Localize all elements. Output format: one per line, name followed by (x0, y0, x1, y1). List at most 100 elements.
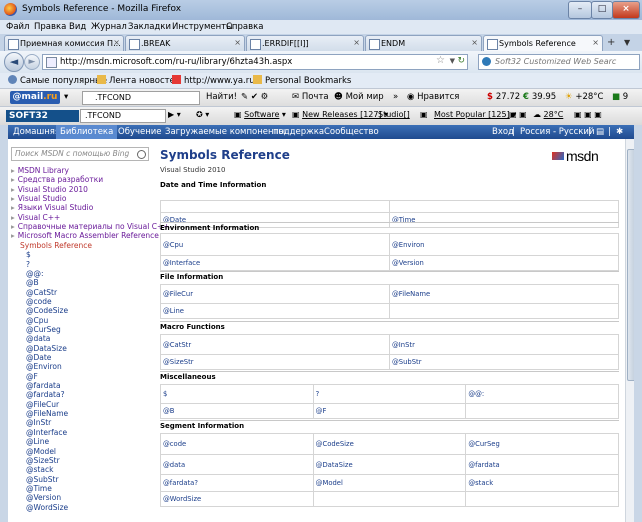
nav-item[interactable]: @Interface (26, 428, 67, 437)
tree-expand-icon[interactable]: ▸ (11, 194, 15, 203)
soft32-software-button[interactable]: ▣ Software ▾ (234, 110, 286, 119)
tab-errdif[interactable]: .ERRDIF[[I]] × (246, 35, 364, 51)
tree-expand-icon[interactable]: ▸ (11, 213, 15, 222)
nav-item[interactable]: @CatStr (26, 288, 57, 297)
nav-item[interactable]: ? (26, 260, 30, 269)
nav-item[interactable]: @stack (26, 465, 53, 474)
nav-item[interactable]: @WordSize (26, 503, 68, 512)
menu-view[interactable]: Вид (69, 22, 86, 32)
nav-item[interactable]: @InStr (26, 418, 51, 427)
nav-item[interactable]: @Environ (26, 362, 62, 371)
bookmark-star-icon[interactable]: ☆ (436, 55, 445, 66)
tab-symbols-reference[interactable]: Symbols Reference × (483, 35, 603, 51)
search-engine-icon[interactable] (482, 57, 491, 66)
tab-admission[interactable]: Приемная комиссия П... × (4, 35, 124, 51)
nav-item[interactable]: @code (26, 297, 52, 306)
symbol-link[interactable]: @F (312, 403, 467, 419)
symbol-link[interactable]: @fardata (465, 454, 619, 475)
menu-edit[interactable]: Правка (34, 22, 66, 32)
url-dropdown-icon[interactable]: ▼ (450, 57, 455, 65)
mailru-menu-icon[interactable]: ▾ (64, 92, 68, 102)
mailru-find-button[interactable]: Найти! (206, 92, 237, 102)
url-bar[interactable]: http://msdn.microsoft.com/ru-ru/library/… (42, 54, 468, 70)
msdn-region-link[interactable]: Россия - Русский (520, 127, 594, 137)
msdn-login-link[interactable]: Вход (492, 127, 514, 137)
nav-item[interactable]: @DataSize (26, 344, 67, 353)
soft32-weather-button[interactable]: ☁ 28°C (533, 110, 563, 119)
nav-item[interactable]: ▸ Visual Studio (11, 194, 66, 203)
soft32-new-releases-button[interactable]: ▣ New Releases [127] ▾ (292, 110, 388, 119)
mailru-mail-button[interactable]: ✉ Почта (292, 92, 329, 102)
msdn-nav-support[interactable]: поддержка (273, 127, 324, 137)
eur-rate[interactable]: € 39.95 (523, 92, 556, 102)
msdn-nav-library[interactable]: Библиотека (56, 125, 118, 139)
symbol-link[interactable]: @Interface (160, 255, 390, 271)
symbol-link[interactable]: @@: (465, 384, 619, 404)
nav-item[interactable]: @Time (26, 484, 52, 493)
nav-item[interactable]: @CurSeg (26, 325, 61, 334)
mailru-more-icon[interactable]: » (393, 92, 398, 102)
mailru-likes-button[interactable]: ◉ Нравится (407, 92, 459, 102)
tab-list-icon[interactable]: ▼ (624, 38, 630, 47)
nav-item[interactable]: @F (26, 372, 38, 381)
nav-item[interactable]: ▸ Средства разработки (11, 175, 103, 184)
symbol-link[interactable]: @Time (389, 212, 619, 228)
tree-expand-icon[interactable]: ▸ (11, 222, 15, 231)
close-button[interactable]: × (612, 1, 640, 19)
bookmark-most-visited[interactable]: Самые популярные (8, 75, 107, 86)
nav-item[interactable]: @fardata? (26, 390, 65, 399)
symbol-link[interactable]: @SubStr (389, 354, 619, 370)
tree-expand-icon[interactable]: ▸ (11, 166, 15, 175)
site-identity-icon[interactable] (46, 57, 57, 68)
tab-close-icon[interactable]: × (471, 38, 478, 47)
symbol-link[interactable]: @InStr (389, 334, 619, 355)
tree-expand-icon[interactable]: ▸ (11, 231, 15, 240)
symbol-link[interactable]: @Environ (389, 233, 619, 256)
nav-item[interactable]: @FileName (26, 409, 68, 418)
soft32-extra-icons[interactable]: ✪ ▾ (196, 110, 209, 119)
msdn-search-input[interactable]: Поиск MSDN с помощью Bing (11, 147, 149, 161)
symbol-link[interactable]: @WordSize (160, 491, 314, 507)
minimize-button[interactable]: – (568, 1, 592, 19)
tab-close-icon[interactable]: × (592, 38, 599, 47)
symbol-link[interactable]: @Version (389, 255, 619, 271)
tab-close-icon[interactable]: × (234, 38, 241, 47)
nav-item[interactable]: @Cpu (26, 316, 48, 325)
nav-item[interactable]: @B (26, 278, 39, 287)
nav-item[interactable]: @fardata (26, 381, 61, 390)
msdn-nav-home[interactable]: Домашняя (13, 127, 60, 137)
mailru-logo[interactable]: @mail.ru (10, 91, 60, 104)
symbol-link[interactable]: @CatStr (160, 334, 390, 355)
nav-item[interactable]: @SizeStr (26, 456, 60, 465)
bookmark-personal[interactable]: Personal Bookmarks (253, 75, 351, 86)
symbol-link[interactable]: @Line (160, 303, 390, 319)
bookmark-ya-ru[interactable]: http://www.ya.ru/ (172, 75, 258, 86)
msdn-nav-community[interactable]: Сообщество (324, 127, 379, 137)
nav-item[interactable]: ▸ Microsoft Macro Assembler Reference (11, 231, 159, 240)
menu-bookmarks[interactable]: Закладки (128, 22, 171, 32)
reload-icon[interactable]: ↻ (457, 56, 465, 66)
nav-item[interactable]: @Model (26, 447, 56, 456)
menu-file[interactable]: Файл (6, 22, 29, 32)
nav-item[interactable]: ▸ Visual C++ (11, 213, 60, 222)
settings-icon[interactable]: ✱ (616, 127, 623, 137)
soft32-search-input[interactable]: .TFCOND (80, 109, 166, 123)
symbol-link[interactable]: @CurSeg (465, 433, 619, 455)
nav-item[interactable]: @Line (26, 437, 49, 446)
soft32-search-icon[interactable]: ▶ ▾ (168, 110, 181, 119)
tab-close-icon[interactable]: × (113, 38, 120, 47)
print-icon[interactable]: ▤ (596, 127, 604, 137)
symbol-link[interactable]: @fardata? (160, 474, 314, 492)
symbol-link[interactable]: @FileName (389, 284, 619, 304)
nav-item[interactable]: ▸ Visual Studio 2010 (11, 185, 88, 194)
tab-break[interactable]: .BREAK × (125, 35, 245, 51)
nav-item[interactable]: @@: (26, 269, 44, 278)
new-tab-button[interactable]: + (607, 37, 615, 48)
symbol-link[interactable]: @Cpu (160, 233, 390, 256)
symbol-link[interactable]: @CodeSize (312, 433, 467, 455)
symbol-link[interactable]: @data (160, 454, 314, 475)
tab-close-icon[interactable]: × (353, 38, 360, 47)
nav-item[interactable]: @Date (26, 353, 51, 362)
menu-help[interactable]: Справка (226, 22, 263, 32)
nav-item[interactable]: @data (26, 334, 50, 343)
